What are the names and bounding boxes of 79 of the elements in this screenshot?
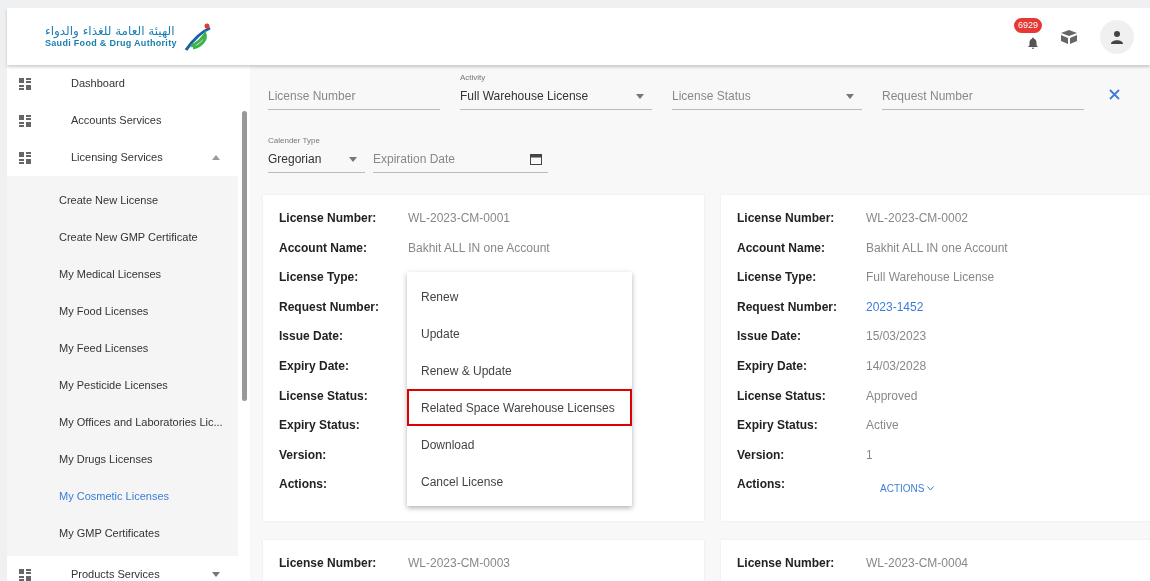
field-label: Issue Date: [737, 328, 803, 346]
field-value: 15/03/2023 [866, 328, 927, 346]
submenu-item[interactable]: Create New License [7, 182, 238, 219]
field-label: License Type: [279, 269, 360, 287]
date-field[interactable]: Expiration Date [373, 150, 530, 168]
menu-item[interactable]: Renew & Update [407, 352, 632, 389]
submenu-item[interactable]: My Offices and Laboratories Lic... [7, 404, 238, 441]
menu-item[interactable]: Update [407, 315, 632, 352]
submenu-item[interactable]: My Pesticide Licenses [7, 367, 238, 404]
field-label: License Number: [279, 555, 378, 572]
select-field[interactable]: Activity Full Warehouse License [460, 76, 652, 110]
menu-item[interactable]: Cancel License [407, 463, 632, 500]
submenu-item[interactable]: My GMP Certificates [7, 515, 238, 552]
field-label: License Status: [737, 387, 827, 405]
box-icon[interactable] [1060, 28, 1078, 45]
caret-icon [212, 155, 220, 160]
select-field[interactable]: Calender Type Gregorian [268, 139, 365, 173]
submenu-item[interactable]: My Drugs Licenses [7, 441, 238, 478]
field-label: Expiry Date: [279, 357, 351, 375]
field-value: Bakhit ALL IN one Account [866, 239, 1008, 257]
close-icon[interactable] [1109, 89, 1120, 100]
field-label: License Number: [279, 210, 378, 227]
field-label: Request Number: [279, 298, 380, 316]
field-label: Issue Date: [279, 328, 345, 346]
avatar-button[interactable] [1100, 19, 1134, 54]
grid-icon [19, 151, 31, 164]
logo-arabic-text: الهيئة العامة للغذاء والدواء [45, 25, 175, 37]
person-icon [1110, 29, 1124, 44]
field-value: WL-2023-CM-0003 [408, 555, 511, 572]
select-field[interactable]: License Status [672, 87, 842, 105]
field-label: Expiry Status: [737, 417, 819, 435]
field-value: WL-2023-CM-0001 [408, 210, 511, 227]
logo-english-text: Saudi Food & Drug Authority [45, 39, 177, 48]
field-label: Account Name: [737, 239, 826, 257]
field-label: Expiry Status: [279, 417, 361, 435]
field-value: Active [866, 417, 899, 435]
submenu-item[interactable]: My Medical Licenses [7, 256, 238, 293]
field-label: Version: [279, 446, 328, 464]
menu-item[interactable]: Download [407, 426, 632, 463]
bell-icon[interactable] [1026, 35, 1040, 50]
notification-badge: 6929 [1014, 17, 1043, 33]
field-value: WL-2023-CM-0004 [866, 555, 969, 572]
field-value: 1 [866, 446, 873, 464]
submenu-item[interactable]: Create New GMP Certificate [7, 219, 238, 256]
field-label: Request Number: [737, 298, 838, 316]
field-label: License Status: [279, 387, 369, 405]
field-label: Account Name: [279, 239, 368, 257]
grid-icon [19, 114, 31, 127]
scrollbar-thumb[interactable] [241, 111, 247, 401]
field-label: Actions: [737, 476, 786, 494]
input-field[interactable]: Request Number [882, 87, 1084, 105]
caret-icon [349, 156, 357, 162]
chevron-icon [927, 486, 935, 492]
field-label: License Number: [737, 555, 836, 572]
caret-icon [212, 572, 220, 577]
grid-icon [19, 77, 31, 90]
caret-icon [636, 93, 644, 99]
submenu-item[interactable]: My Cosmetic Licenses [7, 478, 238, 515]
field-label: Actions: [279, 476, 328, 494]
field-label: License Number: [737, 210, 836, 227]
field-label: Version: [737, 446, 786, 464]
field-value: Bakhit ALL IN one Account [408, 239, 550, 257]
field-value: Approved [866, 387, 918, 405]
field-label: Expiry Date: [737, 357, 809, 375]
caret-icon [846, 93, 854, 99]
menu-item[interactable]: Renew [407, 278, 632, 315]
input-field[interactable]: License Number [268, 87, 440, 105]
field-label: License Type: [737, 269, 818, 287]
actions-button[interactable]: ACTIONS [878, 481, 937, 497]
grid-icon [19, 568, 31, 581]
menu-item[interactable]: Related Space Warehouse Licenses [407, 389, 632, 426]
logo-icon [182, 21, 213, 52]
field-value: Full Warehouse License [866, 269, 995, 287]
submenu-item[interactable]: My Feed Licenses [7, 330, 238, 367]
field-value: 14/03/2028 [866, 357, 927, 375]
calendar-icon[interactable] [530, 153, 542, 165]
submenu-item[interactable]: My Food Licenses [7, 293, 238, 330]
field-value: WL-2023-CM-0002 [866, 210, 969, 227]
request-link[interactable]: 2023-1452 [866, 297, 924, 316]
